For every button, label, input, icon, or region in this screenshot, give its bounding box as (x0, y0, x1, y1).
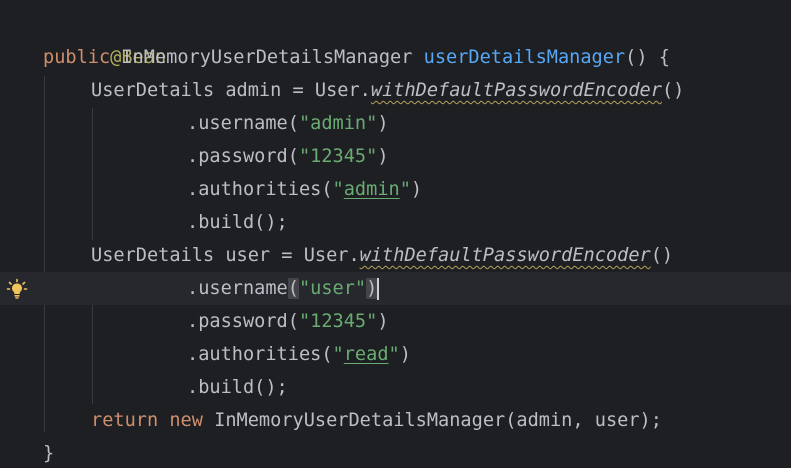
method-call-token: .authorities( (187, 179, 333, 200)
keyword-token: new (158, 410, 203, 431)
type-token: InMemoryUserDetailsManager (110, 47, 424, 68)
method-call-token: .username (187, 278, 288, 299)
punctuation-token: () (661, 80, 685, 101)
punctuation-token: () (650, 245, 674, 266)
method-call-token: .password( (187, 146, 299, 167)
string-quote-token: " (332, 179, 344, 200)
string-token: "12345" (298, 146, 378, 167)
keyword-token: return (91, 410, 159, 431)
punctuation-token: () { (625, 47, 670, 68)
code-line[interactable]: .build(); (0, 206, 791, 239)
keyword-token: public (43, 47, 111, 68)
code-line[interactable]: UserDetails user = User.withDefaultPassw… (0, 239, 791, 272)
string-token: "12345" (298, 311, 378, 332)
code-line[interactable]: .username("admin") (0, 107, 791, 140)
method-call-token: .build(); (187, 377, 288, 398)
string-quote-token: " (399, 179, 411, 200)
punctuation-token: ) (377, 113, 389, 134)
code-line[interactable]: .password("12345") (0, 305, 791, 338)
string-quote-token: " (388, 344, 400, 365)
string-token: "admin" (298, 113, 378, 134)
matched-paren-token: ( (287, 278, 299, 299)
text-caret (377, 277, 380, 300)
punctuation-token: ) (377, 311, 389, 332)
matched-paren-token: ) (366, 278, 378, 299)
string-quote-token: " (332, 344, 344, 365)
string-token: "user" (298, 278, 367, 299)
method-call-token: .username( (187, 113, 299, 134)
punctuation-token: ) (399, 344, 411, 365)
declaration-token: UserDetails admin = User. (91, 80, 371, 101)
punctuation-token: ) (377, 146, 389, 167)
closing-brace-token: } (43, 443, 55, 464)
method-call-token: .build(); (187, 212, 288, 233)
authority-reference-token[interactable]: admin (344, 179, 400, 200)
code-line[interactable]: public InMemoryUserDetailsManager userDe… (0, 41, 791, 74)
authority-reference-token[interactable]: read (344, 344, 389, 365)
code-line[interactable]: .authorities("admin") (0, 173, 791, 206)
code-line[interactable]: .build(); (0, 371, 791, 404)
lightbulb-icon[interactable] (6, 278, 28, 300)
method-name-token: userDetailsManager (423, 47, 626, 68)
code-line[interactable]: UserDetails admin = User.withDefaultPass… (0, 74, 791, 107)
punctuation-token: ) (410, 179, 423, 200)
method-call-token: .password( (187, 311, 299, 332)
code-line[interactable]: return new InMemoryUserDetailsManager(ad… (0, 404, 791, 437)
method-call-token: .authorities( (187, 344, 333, 365)
code-editor[interactable]: @Bean public InMemoryUserDetailsManager … (0, 0, 791, 468)
static-method-token[interactable]: withDefaultPasswordEncoder (371, 80, 662, 101)
code-line[interactable]: .password("12345") (0, 140, 791, 173)
constructor-call-token: InMemoryUserDetailsManager(admin, user); (202, 410, 662, 431)
declaration-token: UserDetails user = User. (91, 245, 360, 266)
current-code-line[interactable]: .username("user") (0, 272, 791, 305)
code-line[interactable]: } (0, 437, 791, 468)
code-line[interactable]: @Bean (0, 8, 791, 68)
code-line[interactable]: .authorities("read") (0, 338, 791, 371)
static-method-token[interactable]: withDefaultPasswordEncoder (360, 245, 651, 266)
